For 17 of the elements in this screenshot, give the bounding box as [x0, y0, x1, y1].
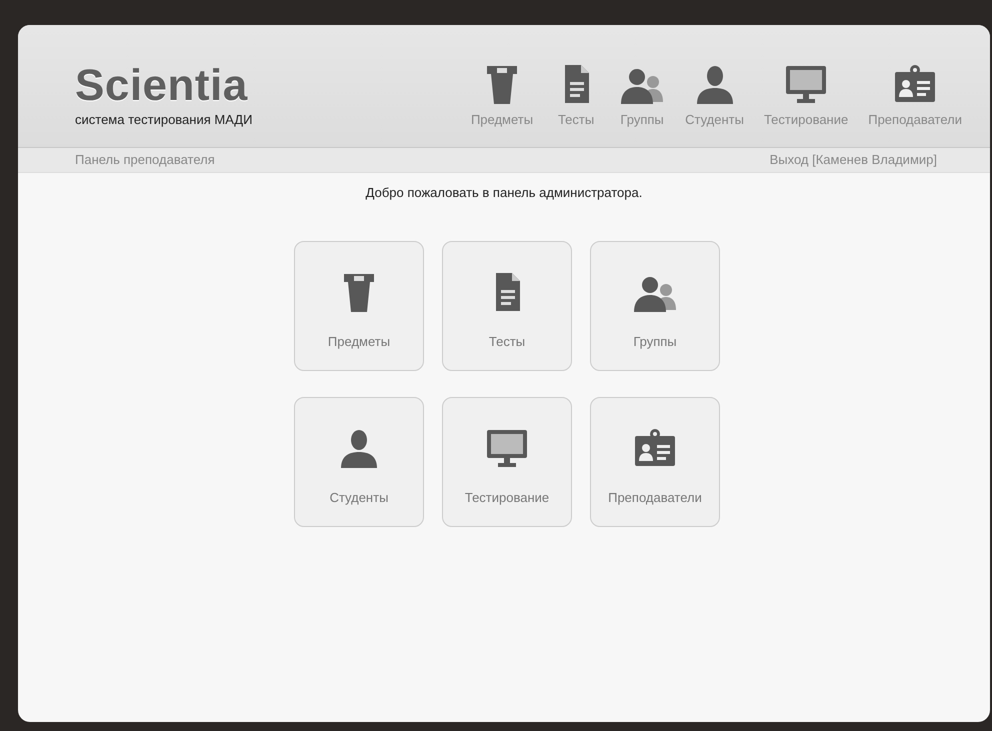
nav-link[interactable]: Предметы: [462, 62, 542, 129]
menu-tile[interactable]: Предметы: [294, 240, 424, 370]
nav-link[interactable]: Преподаватели: [860, 62, 970, 129]
nav-link[interactable]: Тестирование: [756, 62, 856, 129]
menu-tile[interactable]: Преподаватели: [590, 396, 720, 526]
nav-link[interactable]: Тесты: [545, 62, 608, 129]
welcome-message: Добро пожаловать в панель администратора.: [364, 184, 644, 202]
menu-tile[interactable]: Группы: [590, 240, 720, 370]
logout-link[interactable]: Выход [Каменев Владимир]: [770, 150, 937, 170]
nav-link[interactable]: Группы: [611, 62, 674, 129]
nav-link[interactable]: Студенты: [677, 62, 752, 129]
panel-title: Панель преподавателя: [75, 151, 215, 170]
menu-tile[interactable]: Студенты: [294, 396, 424, 526]
app-subtitle: система тестирования МАДИ: [75, 110, 252, 129]
app-logo: Scientia: [75, 64, 249, 108]
menu-tile[interactable]: Тестирование: [442, 396, 572, 526]
menu-tile[interactable]: Тесты: [442, 240, 572, 370]
